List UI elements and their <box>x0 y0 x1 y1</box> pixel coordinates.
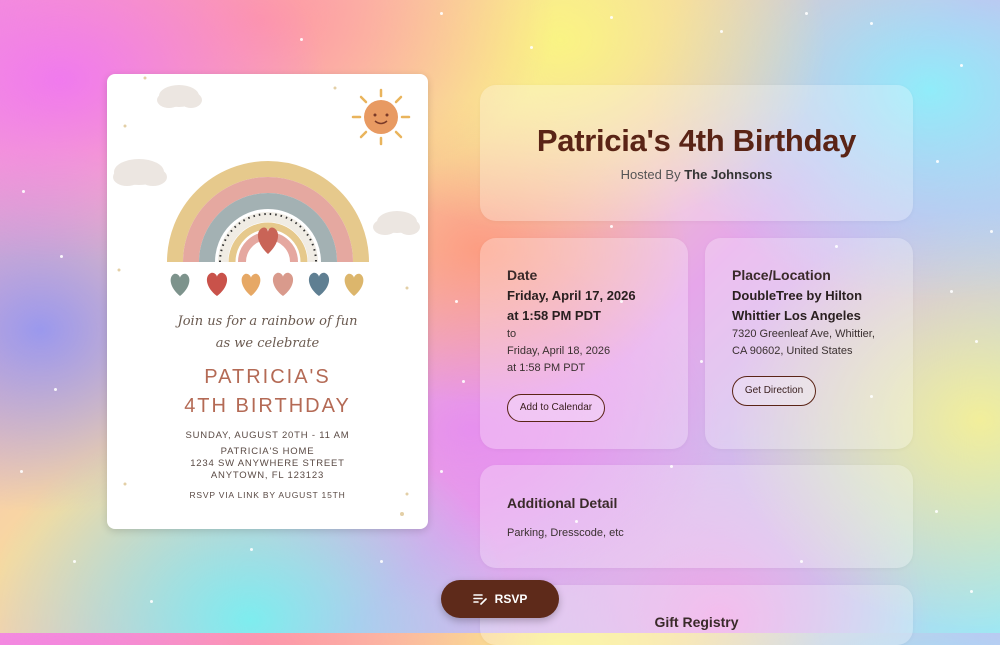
address-line2: CA 90602, United States <box>732 345 853 357</box>
event-header-card: Patricia's 4th Birthday Hosted By The Jo… <box>480 85 913 221</box>
additional-detail-card: Additional Detail Parking, Dresscode, et… <box>480 465 913 568</box>
date-card: Date Friday, April 17, 2026 at 1:58 PM P… <box>480 238 688 449</box>
invitation-when: SUNDAY, AUGUST 20TH - 11 AM <box>185 430 350 441</box>
invitation-place: PATRICIA'S HOME <box>220 446 315 457</box>
list-edit-icon <box>472 594 487 605</box>
hosted-by: Hosted By The Johnsons <box>480 167 913 182</box>
location-card: Place/Location DoubleTree by Hilton Whit… <box>705 238 913 449</box>
invitation-rsvp: RSVP VIA LINK BY AUGUST 15TH <box>189 490 346 500</box>
get-direction-button[interactable]: Get Direction <box>732 376 816 406</box>
venue-name-line2: Whittier Los Angeles <box>732 308 861 323</box>
start-time: at 1:58 PM PDT <box>507 308 601 323</box>
end-time: at 1:58 PM PDT <box>507 362 586 374</box>
address-line1: 7320 Greenleaf Ave, Whittier, <box>732 328 875 340</box>
event-title: Patricia's 4th Birthday <box>536 123 857 158</box>
rsvp-label: RSVP <box>494 592 528 606</box>
start-date: Friday, April 17, 2026 <box>507 288 636 303</box>
invitation-line1: Join us for a rainbow of fun <box>177 314 358 329</box>
invitation-card-image: Join us for a rainbow of fun as we celeb… <box>107 74 428 529</box>
location-label: Place/Location <box>732 267 831 283</box>
additional-detail-label: Additional Detail <box>507 495 618 511</box>
invitation-line2: as we celebrate <box>215 336 320 351</box>
venue-name-line1: DoubleTree by Hilton <box>732 288 863 303</box>
invitation-street: 1234 SW ANYWHERE STREET <box>190 458 345 469</box>
invitation-name: PATRICIA'S <box>204 366 331 388</box>
additional-detail-text: Parking, Dresscode, etc <box>507 527 624 539</box>
add-to-calendar-button[interactable]: Add to Calendar <box>507 394 605 422</box>
hosted-by-label: Hosted By <box>620 167 681 182</box>
date-label: Date <box>507 267 538 283</box>
host-name: The Johnsons <box>684 167 773 182</box>
invitation-occasion: 4TH BIRTHDAY <box>184 395 351 417</box>
invitation-city: ANYTOWN, FL 123123 <box>210 470 325 481</box>
rsvp-button[interactable]: RSVP <box>441 580 559 618</box>
date-to: to <box>507 328 517 340</box>
end-date: Friday, April 18, 2026 <box>507 345 611 357</box>
sun-icon <box>351 88 411 146</box>
